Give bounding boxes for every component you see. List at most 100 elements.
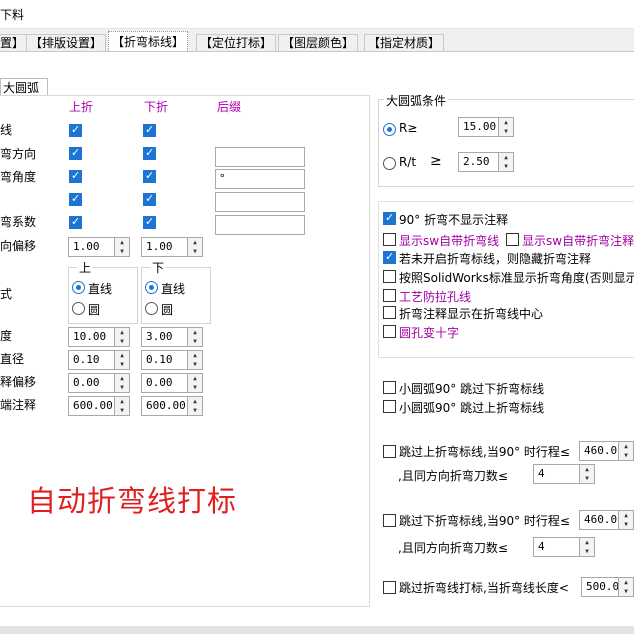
field-note-offset-up-stepper[interactable]: 0.00 ▲ ▼	[68, 373, 130, 393]
row-line-up-checkbox[interactable]	[69, 123, 82, 137]
arc-rt-cmp: ≥	[430, 153, 442, 169]
skip-down-stroke-stepper[interactable]: 460.0 ▲ ▼	[579, 510, 634, 530]
offset-down-spin-buttons[interactable]: ▲ ▼	[187, 238, 202, 256]
arc-rt-stepper[interactable]: 2.50 ▲ ▼	[458, 152, 514, 172]
opt-hole-cross-checkbox[interactable]	[383, 325, 396, 338]
style-label: 式	[0, 287, 13, 301]
offset-up-spin-buttons[interactable]: ▲ ▼	[114, 238, 129, 256]
skip-down-stroke-label: 跳过下折弯标线,当90° 时行程≤	[399, 514, 570, 528]
skip-length-checkbox[interactable]	[383, 581, 396, 594]
style-down-circle-radio[interactable]	[145, 302, 158, 315]
opt-hole-cross-label: 圆孔变十字	[399, 326, 460, 340]
opt-note-center-checkbox[interactable]	[383, 306, 396, 319]
field-end-note-up-stepper[interactable]: 600.00 ▲ ▼	[68, 396, 130, 416]
arc-r-stepper[interactable]: 15.00 ▲ ▼	[458, 117, 514, 137]
row-blank-down-checkbox[interactable]	[143, 192, 156, 206]
tab-material[interactable]: 【指定材质】	[364, 34, 445, 52]
spin-buttons[interactable]: ▲ ▼	[579, 465, 594, 483]
field-diameter-down-stepper[interactable]: 0.10 ▲ ▼	[141, 350, 203, 370]
skip-down-stroke-checkbox[interactable]	[383, 514, 396, 527]
opt-sw-standard-checkbox[interactable]	[383, 270, 396, 283]
style-up-title: 上	[77, 259, 94, 276]
arc-skip-down-checkbox[interactable]	[383, 381, 396, 394]
field-end-note-label: 端注释	[0, 398, 37, 412]
opt-sw-standard-label: 按照SolidWorks标准显示折弯角度(否则显示	[399, 271, 634, 285]
row-blank-up-checkbox[interactable]	[69, 192, 82, 206]
spin-buttons[interactable]: ▲ ▼	[579, 538, 594, 556]
style-up-line-label: 直线	[88, 282, 113, 296]
row-direction-suffix-input[interactable]	[215, 147, 305, 167]
col-suffix-header: 后缀	[217, 100, 242, 114]
row-direction-down-checkbox[interactable]	[143, 146, 156, 160]
opt-hide-90-note-checkbox[interactable]	[383, 211, 396, 225]
spin-buttons[interactable]: ▲ ▼	[114, 328, 129, 346]
spin-buttons[interactable]: ▲ ▼	[618, 511, 633, 529]
style-up-line-radio[interactable]	[72, 281, 85, 294]
spin-buttons[interactable]: ▲ ▼	[114, 397, 129, 415]
opt-hide-note-checkbox[interactable]	[383, 250, 396, 264]
skip-up-stroke-stepper[interactable]: 460.0 ▲ ▼	[579, 441, 634, 461]
style-down-circle-label: 圆	[161, 303, 174, 317]
spin-buttons[interactable]: ▲ ▼	[618, 442, 633, 460]
tab-layer-color[interactable]: 【图层颜色】	[278, 34, 359, 52]
skip-down-count-stepper[interactable]: 4 ▲ ▼	[533, 537, 595, 557]
skip-up-count-label: ,且同方向折弯刀数≤	[398, 469, 508, 483]
field-diameter-up-stepper[interactable]: 0.10 ▲ ▼	[68, 350, 130, 370]
spin-buttons[interactable]: ▲ ▼	[618, 578, 633, 596]
arc-skip-up-label: 小圆弧90° 跳过上折弯标线	[399, 401, 545, 415]
row-angle-up-checkbox[interactable]	[69, 169, 82, 183]
row-angle-suffix-input[interactable]: °	[215, 169, 305, 189]
spin-buttons[interactable]: ▲ ▼	[498, 153, 513, 171]
row-label-angle: 弯角度	[0, 170, 37, 184]
spin-buttons[interactable]: ▲ ▼	[114, 351, 129, 369]
row-angle-down-checkbox[interactable]	[143, 169, 156, 183]
tab-position-marking[interactable]: 【定位打标】	[196, 34, 277, 52]
row-coefficient-suffix-input[interactable]	[215, 215, 305, 235]
row-label-coefficient: 弯系数	[0, 215, 37, 229]
style-up-circle-label: 圆	[88, 303, 101, 317]
field-note-offset-down-stepper[interactable]: 0.00 ▲ ▼	[141, 373, 203, 393]
row-coefficient-down-checkbox[interactable]	[143, 215, 156, 229]
skip-up-stroke-checkbox[interactable]	[383, 445, 396, 458]
row-blank-suffix-input[interactable]	[215, 192, 305, 212]
spin-buttons[interactable]: ▲ ▼	[187, 397, 202, 415]
opt-anti-pull-hole-checkbox[interactable]	[383, 289, 396, 302]
arc-condition-group	[378, 99, 634, 187]
offset-label: 向偏移	[0, 239, 37, 253]
row-coefficient-up-checkbox[interactable]	[69, 215, 82, 229]
spin-buttons[interactable]: ▲ ▼	[187, 328, 202, 346]
field-end-note-down-stepper[interactable]: 600.00 ▲ ▼	[141, 396, 203, 416]
opt-hide-90-note-label: 90° 折弯不显示注释	[399, 213, 509, 227]
field-length-up-stepper[interactable]: 10.00 ▲ ▼	[68, 327, 130, 347]
spin-buttons[interactable]: ▲ ▼	[498, 118, 513, 136]
offset-up-stepper[interactable]: 1.00 ▲ ▼	[68, 237, 130, 257]
tab-prev[interactable]: 置】	[0, 34, 29, 52]
skip-length-stepper[interactable]: 500.0 ▲ ▼	[581, 577, 634, 597]
field-diameter-label: 直径	[0, 352, 25, 366]
skip-length-label: 跳过折弯线打标,当折弯线长度<	[399, 581, 569, 595]
opt-show-sw-line-checkbox[interactable]	[383, 233, 396, 246]
row-direction-up-checkbox[interactable]	[69, 146, 82, 160]
opt-hide-note-label: 若未开启折弯标线，则隐藏折弯注释	[399, 252, 592, 266]
opt-show-sw-note-checkbox[interactable]	[506, 233, 519, 246]
style-down-line-label: 直线	[161, 282, 186, 296]
skip-up-count-stepper[interactable]: 4 ▲ ▼	[533, 464, 595, 484]
style-up-circle-radio[interactable]	[72, 302, 85, 315]
window-title: 下料	[0, 8, 25, 22]
opt-anti-pull-hole-label: 工艺防拉孔线	[399, 290, 472, 304]
arc-rt-radio[interactable]	[383, 157, 396, 170]
field-note-offset-label: 释偏移	[0, 375, 37, 389]
tab-layout-settings[interactable]: 【排版设置】	[26, 34, 107, 52]
spin-buttons[interactable]: ▲ ▼	[187, 351, 202, 369]
horizontal-scrollbar[interactable]	[0, 626, 634, 634]
opt-note-center-label: 折弯注释显示在折弯线中心	[399, 307, 544, 321]
spin-buttons[interactable]: ▲ ▼	[187, 374, 202, 392]
field-length-down-stepper[interactable]: 3.00 ▲ ▼	[141, 327, 203, 347]
auto-bend-caption: 自动折弯线打标	[27, 484, 238, 518]
style-down-line-radio[interactable]	[145, 281, 158, 294]
arc-r-radio[interactable]	[383, 123, 396, 136]
spin-buttons[interactable]: ▲ ▼	[114, 374, 129, 392]
row-line-down-checkbox[interactable]	[143, 123, 156, 137]
arc-skip-up-checkbox[interactable]	[383, 400, 396, 413]
offset-down-stepper[interactable]: 1.00 ▲ ▼	[141, 237, 203, 257]
